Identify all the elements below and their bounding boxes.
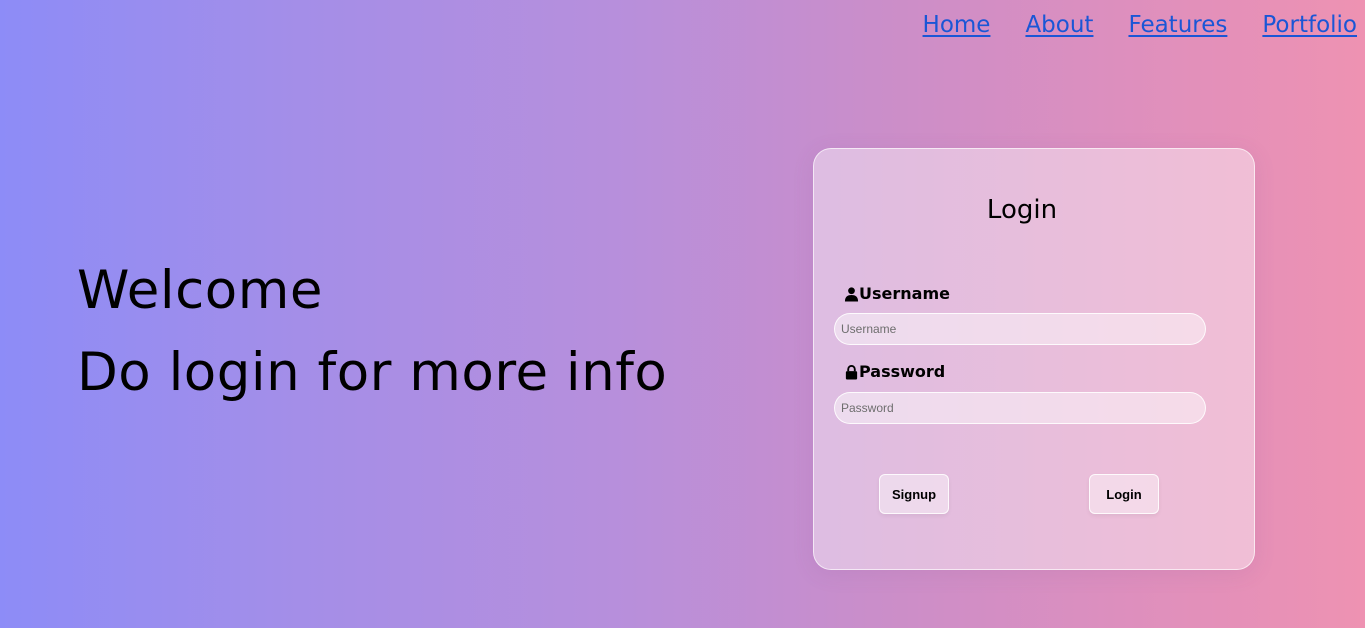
nav-link-about[interactable]: About — [1025, 12, 1093, 38]
username-input[interactable] — [834, 313, 1206, 345]
login-card: Login Username Password Signup Login — [813, 148, 1255, 570]
nav-link-home[interactable]: Home — [923, 12, 991, 38]
user-icon — [844, 286, 859, 301]
signup-button[interactable]: Signup — [879, 474, 949, 514]
welcome-heading: Welcome — [77, 260, 323, 321]
lock-icon — [845, 364, 858, 379]
nav-link-features[interactable]: Features — [1128, 12, 1227, 38]
password-label-row: Password — [844, 362, 945, 381]
username-label-row: Username — [844, 284, 950, 303]
welcome-section: Welcome Do login for more info — [77, 250, 667, 414]
top-nav: Home About Features Portfolio — [888, 8, 1357, 42]
password-label: Password — [859, 362, 946, 381]
login-button[interactable]: Login — [1089, 474, 1159, 514]
password-input[interactable] — [834, 392, 1206, 424]
nav-link-portfolio[interactable]: Portfolio — [1262, 12, 1357, 38]
username-label: Username — [859, 284, 950, 303]
welcome-subheading: Do login for more info — [77, 342, 668, 403]
login-title: Login — [986, 195, 1058, 225]
